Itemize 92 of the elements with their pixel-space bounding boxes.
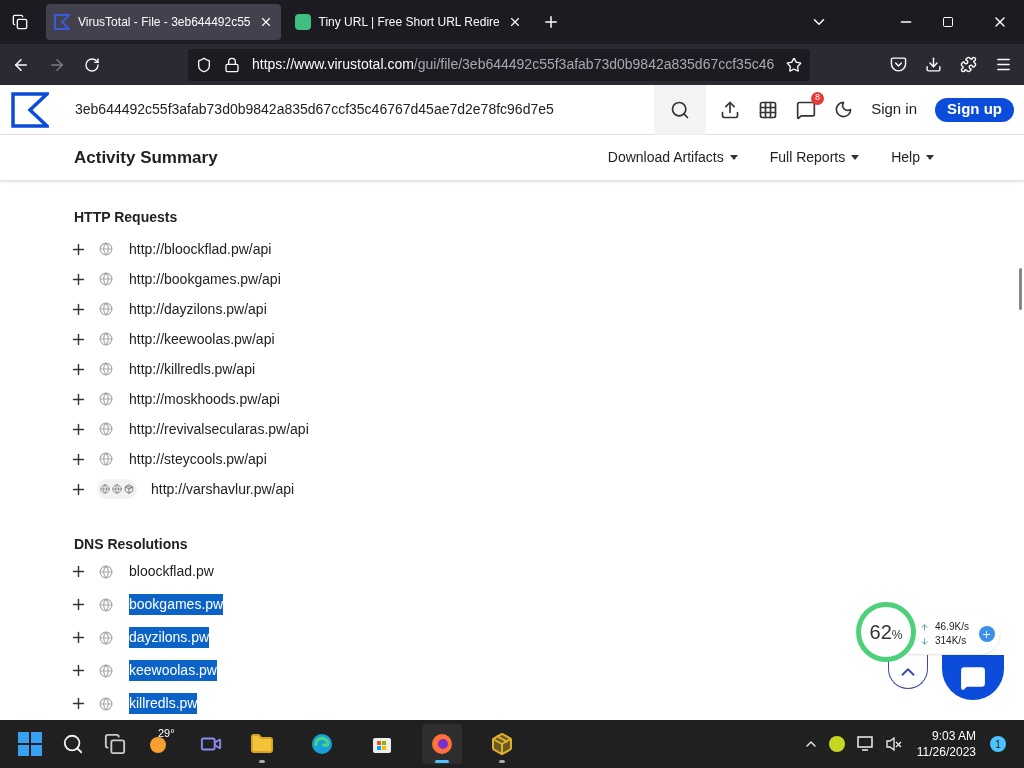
weather-temperature: 29° — [158, 726, 175, 741]
browser-tab[interactable]: Tiny URL | Free Short URL Redire — [286, 4, 530, 40]
url-link[interactable]: http://bookgames.pw/api — [129, 268, 281, 290]
tab-title: VirusTotal - File - 3eb644492c55 — [78, 14, 251, 31]
tab-list-icon[interactable] — [12, 14, 28, 30]
caret-icon — [851, 155, 860, 160]
globe-icon — [99, 302, 113, 316]
domain-link[interactable]: bloockflad.pw — [129, 561, 214, 582]
pocket-icon[interactable] — [890, 56, 907, 73]
globe-icon — [99, 392, 113, 406]
expand-icon[interactable] — [70, 596, 87, 613]
globe-icon — [99, 452, 113, 466]
taskbar-app[interactable] — [422, 724, 462, 764]
extensions-icon[interactable] — [960, 56, 977, 73]
expand-icon[interactable] — [70, 629, 87, 646]
star-icon[interactable] — [786, 56, 802, 73]
section-heading: HTTP Requests — [74, 208, 179, 227]
lock-icon[interactable] — [224, 56, 240, 73]
apps-grid-icon[interactable] — [758, 99, 779, 120]
plus-icon[interactable] — [978, 626, 995, 642]
domain-link[interactable]: bookgames.pw — [129, 594, 224, 615]
globe-icon — [99, 597, 113, 612]
folder-icon — [250, 732, 274, 756]
chat-icon — [960, 664, 986, 691]
url-link[interactable]: http://revivalsecularas.pw/api — [129, 418, 309, 440]
domain-link[interactable]: dayzilons.pw — [129, 627, 210, 648]
upload-arrow-icon — [920, 622, 929, 632]
url-link[interactable]: http://killredls.pw/api — [129, 358, 256, 380]
clock-time[interactable]: 9:03 AM — [931, 728, 976, 744]
domain-link[interactable]: killredls.pw — [129, 693, 198, 714]
clock-date[interactable]: 11/26/2023 — [916, 744, 976, 760]
menu-icon[interactable] — [995, 56, 1012, 73]
badges-icon — [97, 479, 137, 499]
url-link[interactable]: http://varshavlur.pw/api — [151, 478, 295, 500]
notification-badge[interactable]: 1 — [990, 736, 1006, 752]
swirl-icon — [310, 732, 334, 756]
reload-icon[interactable] — [84, 56, 100, 73]
domain-link[interactable]: keewoolas.pw — [129, 660, 217, 681]
chat-button[interactable] — [942, 655, 1004, 700]
search-field[interactable]: 3eb644492c55f3afab73d0b9842a835d67ccf35c46767d45ae7d2e78fc96d7e5 — [75, 99, 655, 120]
caret-icon — [729, 155, 738, 160]
globe-icon — [99, 663, 113, 678]
section-title: Activity Summary — [74, 146, 219, 169]
shield-icon[interactable] — [196, 56, 212, 73]
sign-up-button[interactable]: Sign up — [935, 97, 1014, 122]
dropdown-menu-button[interactable]: Download Artifacts — [607, 147, 738, 168]
globe-icon — [99, 564, 113, 579]
sign-in-link[interactable]: Sign in — [871, 98, 917, 121]
download-speed: 314K/s — [935, 634, 967, 648]
globe-icon — [99, 696, 113, 711]
url-link[interactable]: http://keewoolas.pw/api — [129, 328, 275, 350]
globe-icon — [99, 630, 113, 645]
url-text: https://www.virustotal.com/gui/file/3eb644492c55f3afab73d0b9842a835d67ccf35c46 — [252, 55, 774, 74]
scroll-to-top-button[interactable] — [888, 655, 928, 689]
windows-logo-icon[interactable] — [18, 732, 42, 756]
memory-gauge-tooltip: 62% — [856, 602, 916, 662]
globe-icon — [99, 332, 113, 346]
globe-icon — [99, 422, 113, 436]
globe-icon — [99, 242, 113, 256]
search-icon[interactable] — [62, 733, 84, 755]
url-link[interactable]: http://moskhoods.pw/api — [129, 388, 280, 410]
section-heading: DNS Resolutions — [74, 535, 189, 554]
search-icon[interactable] — [670, 99, 691, 120]
caret-icon — [926, 155, 934, 160]
dark-mode-icon[interactable] — [834, 100, 854, 119]
upload-icon[interactable] — [720, 99, 741, 120]
expand-icon[interactable] — [70, 662, 87, 679]
notification-badge: 8 — [811, 91, 825, 105]
expand-icon[interactable] — [70, 695, 87, 712]
chat-icon[interactable] — [796, 99, 817, 120]
task-view-icon[interactable] — [104, 733, 126, 755]
network-icon[interactable] — [856, 736, 875, 752]
restore-icon[interactable] — [942, 16, 954, 28]
package-icon — [490, 732, 514, 756]
tab-title: Tiny URL | Free Short URL Redire — [318, 14, 500, 31]
globe-icon — [99, 272, 113, 286]
download-icon[interactable] — [925, 56, 942, 73]
globe-icon — [99, 362, 113, 376]
address-bar[interactable]: https://www.virustotal.com/gui/file/3eb644492c55f3afab73d0b9842a835d67ccf35c46 — [188, 48, 810, 81]
muted-speaker-icon[interactable] — [884, 736, 903, 752]
url-link[interactable]: http://steycools.pw/api — [129, 448, 267, 470]
tray-app-icon[interactable] — [828, 736, 845, 752]
download-arrow-icon — [920, 636, 929, 646]
dropdown-menu-button[interactable]: Full Reports — [769, 147, 860, 168]
t-logo-icon — [294, 14, 311, 30]
browser-tab[interactable]: VirusTotal - File - 3eb644492c55 — [46, 4, 281, 40]
url-link[interactable]: http://bloockflad.pw/api — [129, 238, 272, 260]
url-link[interactable]: http://dayzilons.pw/api — [129, 298, 267, 320]
dropdown-menu-button[interactable]: Help — [891, 147, 934, 168]
upload-speed: 46.9K/s — [935, 620, 969, 634]
expand-icon[interactable] — [70, 563, 87, 580]
scrollbar-thumb[interactable] — [1019, 268, 1022, 310]
